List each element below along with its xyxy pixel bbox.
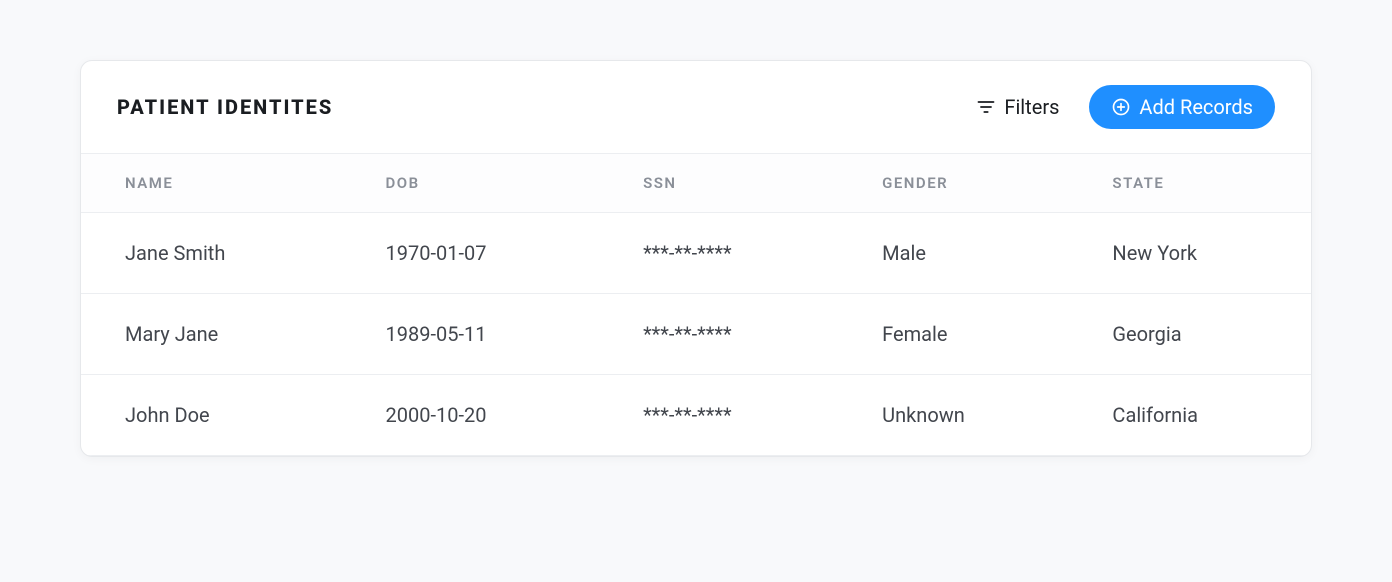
column-header-ssn[interactable]: SSN	[607, 154, 846, 213]
table-row[interactable]: John Doe 2000-10-20 ***-**-**** Unknown …	[81, 375, 1311, 456]
column-header-name[interactable]: NAME	[81, 154, 350, 213]
filters-label: Filters	[1004, 95, 1059, 119]
cell-ssn: ***-**-****	[607, 213, 846, 294]
table-row[interactable]: Jane Smith 1970-01-07 ***-**-**** Male N…	[81, 213, 1311, 294]
cell-state: California	[1076, 375, 1311, 456]
card-title: PATIENT IDENTITES	[117, 95, 333, 119]
cell-name: Mary Jane	[81, 294, 350, 375]
filter-icon	[976, 97, 996, 117]
patient-table: NAME DOB SSN GENDER STATE Jane Smith 197…	[81, 154, 1311, 456]
cell-name: Jane Smith	[81, 213, 350, 294]
header-actions: Filters Add Records	[972, 85, 1275, 129]
column-header-gender[interactable]: GENDER	[846, 154, 1076, 213]
cell-name: John Doe	[81, 375, 350, 456]
patient-identities-card: PATIENT IDENTITES Filters	[80, 60, 1312, 457]
cell-gender: Female	[846, 294, 1076, 375]
cell-ssn: ***-**-****	[607, 294, 846, 375]
cell-state: New York	[1076, 213, 1311, 294]
column-header-dob[interactable]: DOB	[350, 154, 608, 213]
cell-state: Georgia	[1076, 294, 1311, 375]
cell-gender: Unknown	[846, 375, 1076, 456]
filters-button[interactable]: Filters	[972, 89, 1063, 125]
cell-gender: Male	[846, 213, 1076, 294]
add-records-button[interactable]: Add Records	[1089, 85, 1275, 129]
table-body: Jane Smith 1970-01-07 ***-**-**** Male N…	[81, 213, 1311, 456]
cell-dob: 1970-01-07	[350, 213, 608, 294]
cell-dob: 1989-05-11	[350, 294, 608, 375]
table-row[interactable]: Mary Jane 1989-05-11 ***-**-**** Female …	[81, 294, 1311, 375]
cell-ssn: ***-**-****	[607, 375, 846, 456]
add-records-label: Add Records	[1139, 95, 1253, 119]
table-header: NAME DOB SSN GENDER STATE	[81, 154, 1311, 213]
card-header: PATIENT IDENTITES Filters	[81, 61, 1311, 154]
column-header-state[interactable]: STATE	[1076, 154, 1311, 213]
cell-dob: 2000-10-20	[350, 375, 608, 456]
plus-circle-icon	[1111, 97, 1131, 117]
